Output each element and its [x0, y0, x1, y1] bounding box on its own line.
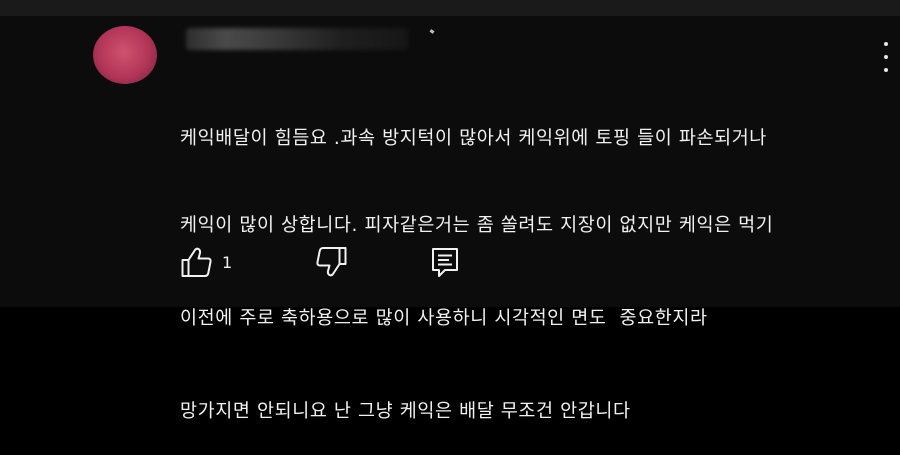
- comment-line: 케익이 많이 상합니다. 피자같은거는 좀 쏠려도 지장이 없지만 케익은 먹기: [180, 215, 774, 236]
- more-vertical-icon: [884, 42, 888, 46]
- thumbs-up-icon: [181, 247, 212, 277]
- thumbs-down-icon: [316, 247, 347, 277]
- avatar[interactable]: [93, 26, 157, 84]
- like-button[interactable]: 1: [180, 246, 232, 278]
- reply-button[interactable]: [430, 246, 460, 278]
- comment-body: 케익배달이 힘듬요 .과속 방지턱이 많아서 케익위에 토핑 들이 파손되거나 …: [180, 66, 773, 455]
- like-count: 1: [222, 252, 233, 272]
- dislike-button[interactable]: [314, 246, 348, 278]
- more-vertical-icon-dot: [884, 55, 888, 59]
- more-vertical-icon-dot: [884, 68, 888, 72]
- comment-line: 망가지면 안되니요 난 그냥 케익은 배달 무조건 안갑니다: [180, 401, 631, 422]
- more-options-button[interactable]: [876, 40, 896, 74]
- reply-comment-icon: [432, 248, 458, 277]
- author-name-redacted: [186, 28, 408, 50]
- top-strip: [0, 0, 900, 16]
- comment-line: 케익배달이 힘듬요 .과속 방지턱이 많아서 케익위에 토핑 들이 파손되거나: [180, 128, 767, 149]
- comment-line: 이전에 주로 축하용으로 많이 사용하니 시각적인 면도 중요한지라: [180, 308, 708, 329]
